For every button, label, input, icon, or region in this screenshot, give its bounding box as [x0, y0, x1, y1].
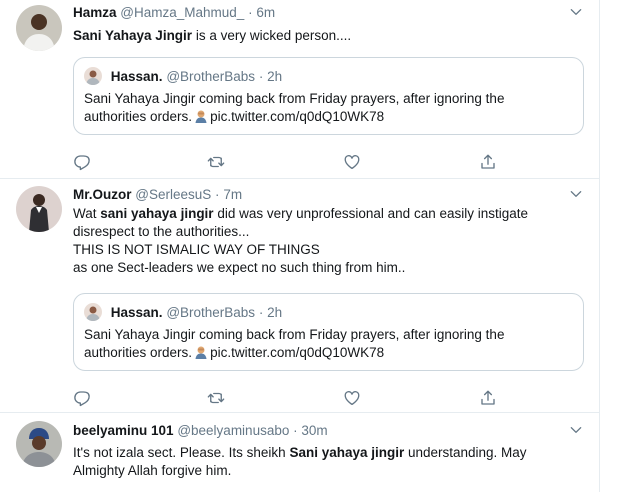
chevron-down-icon[interactable] — [568, 186, 584, 202]
quoted-text-line: authorities orders. — [84, 109, 193, 124]
quoted-tweet-text: Sani Yahaya Jingir coming back from Frid… — [84, 326, 573, 362]
highlighted-term: sani yahaya jingir — [100, 206, 214, 221]
quoted-author-handle: @BrotherBabs — [166, 69, 256, 84]
highlighted-term: Sani yahaya jingir — [289, 445, 405, 460]
quoted-tweet-header: Hassan. @BrotherBabs · 2h — [84, 303, 282, 323]
share-icon[interactable] — [479, 153, 499, 173]
separator-dot: · — [258, 305, 264, 320]
author-name[interactable]: Hamza — [73, 5, 117, 20]
quoted-tweet-time: 2h — [267, 305, 283, 320]
chevron-down-icon[interactable] — [568, 4, 584, 20]
quoted-author-handle: @BrotherBabs — [166, 305, 256, 320]
tweet-header: beelyaminu 101 @beelyaminusabo · 30m — [73, 421, 584, 441]
quoted-tweet-text: Sani Yahaya Jingir coming back from Frid… — [84, 90, 573, 126]
tweet-time[interactable]: 30m — [301, 423, 327, 438]
reply-icon[interactable] — [73, 153, 93, 173]
pic-link[interactable]: pic.twitter.com/q0dQ10WK78 — [210, 109, 384, 124]
person-facepalming-icon — [194, 345, 208, 359]
retweet-icon[interactable] — [207, 389, 227, 409]
tweet-hamza[interactable]: Hamza @Hamza_Mahmud_ · 6m Sani Yahaya Ji… — [0, 0, 599, 179]
tweet-time[interactable]: 6m — [256, 5, 275, 20]
highlighted-term: Sani Yahaya Jingir — [73, 28, 193, 43]
pic-link[interactable]: pic.twitter.com/q0dQ10WK78 — [210, 345, 384, 360]
separator-dot: · — [258, 69, 264, 84]
separator-dot: · — [293, 423, 298, 438]
like-icon[interactable] — [343, 153, 363, 173]
avatar[interactable] — [16, 186, 62, 232]
quoted-text-line: Sani Yahaya Jingir coming back from Frid… — [84, 327, 505, 342]
tweet-time[interactable]: 7m — [223, 187, 242, 202]
tweet-content: Hamza @Hamza_Mahmud_ · 6m Sani Yahaya Ji… — [73, 3, 584, 45]
quoted-tweet[interactable]: Hassan. @BrotherBabs · 2h Sani Yahaya Ji… — [73, 57, 584, 135]
avatar[interactable] — [16, 5, 62, 51]
author-name[interactable]: Mr.Ouzor — [73, 187, 132, 202]
quoted-avatar — [84, 67, 102, 85]
avatar[interactable] — [16, 421, 62, 467]
quoted-tweet[interactable]: Hassan. @BrotherBabs · 2h Sani Yahaya Ji… — [73, 293, 584, 371]
tweet-text: It's not izala sect. Please. Its sheikh … — [73, 444, 584, 480]
tweet-mr-ouzor[interactable]: Mr.Ouzor @SerleesuS · 7m Wat sani yahaya… — [0, 179, 599, 413]
tweet-content: beelyaminu 101 @beelyaminusabo · 30m It'… — [73, 421, 584, 480]
quoted-tweet-time: 2h — [267, 69, 283, 84]
quoted-text-line: authorities orders. — [84, 345, 193, 360]
tweet-text-part: did was very unprofessional and can easi… — [213, 206, 529, 221]
tweet-content: Mr.Ouzor @SerleesuS · 7m Wat sani yahaya… — [73, 185, 584, 277]
tweet-text: Sani Yahaya Jingir is a very wicked pers… — [73, 27, 584, 45]
quoted-text-line: Sani Yahaya Jingir coming back from Frid… — [84, 91, 505, 106]
quoted-author-name: Hassan. — [110, 69, 163, 84]
tweet-text-part: Wat — [73, 206, 101, 221]
tweet-text-part: understanding. May — [404, 445, 527, 460]
tweet-actions — [73, 389, 503, 409]
tweet-header: Hamza @Hamza_Mahmud_ · 6m — [73, 3, 584, 23]
tweet-text-line: THIS IS NOT ISMALIC WAY OF THINGS — [73, 242, 320, 257]
tweet-text-line: disrespect to the authorities... — [73, 224, 250, 239]
quoted-author-name: Hassan. — [110, 305, 163, 320]
author-name[interactable]: beelyaminu 101 — [73, 423, 174, 438]
author-handle[interactable]: @beelyaminusabo — [177, 423, 289, 438]
like-icon[interactable] — [343, 389, 363, 409]
person-facepalming-icon — [194, 109, 208, 123]
tweet-actions — [73, 153, 503, 173]
tweet-header: Mr.Ouzor @SerleesuS · 7m — [73, 185, 584, 205]
reply-icon[interactable] — [73, 389, 93, 409]
quoted-tweet-header: Hassan. @BrotherBabs · 2h — [84, 67, 282, 87]
tweet-text-part: It's not izala sect. Please. Its sheikh — [73, 445, 290, 460]
tweet-text-line: as one Sect-leaders we expect no such th… — [73, 260, 406, 275]
separator-dot: · — [215, 187, 220, 202]
timeline-feed: Hamza @Hamza_Mahmud_ · 6m Sani Yahaya Ji… — [0, 0, 600, 492]
share-icon[interactable] — [479, 389, 499, 409]
author-handle[interactable]: @Hamza_Mahmud_ — [120, 5, 244, 20]
tweet-text-line: Almighty Allah forgive him. — [73, 463, 232, 478]
quoted-avatar — [84, 303, 102, 321]
author-handle[interactable]: @SerleesuS — [135, 187, 211, 202]
tweet-text-rest: is a very wicked person.... — [192, 28, 352, 43]
chevron-down-icon[interactable] — [568, 422, 584, 438]
separator-dot: · — [248, 5, 253, 20]
retweet-icon[interactable] — [207, 153, 227, 173]
tweet-beelyaminu[interactable]: beelyaminu 101 @beelyaminusabo · 30m It'… — [0, 413, 600, 492]
tweet-text: Wat sani yahaya jingir did was very unpr… — [73, 205, 584, 277]
